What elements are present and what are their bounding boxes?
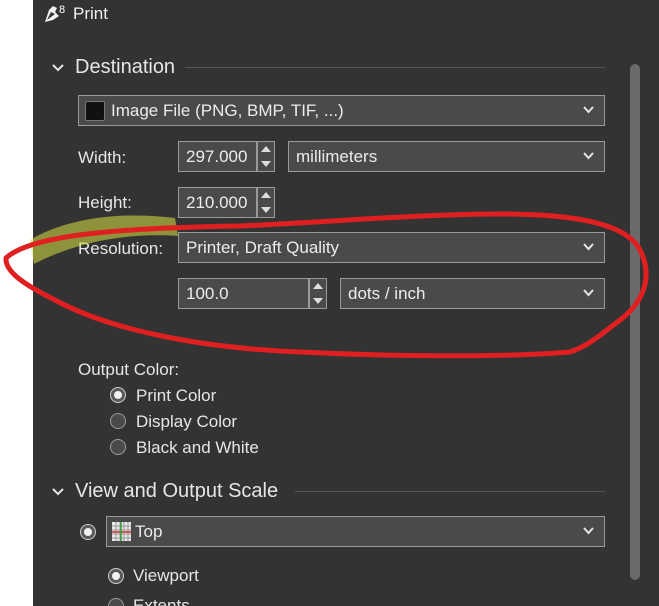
resolution-preset-dropdown[interactable]: Printer, Draft Quality — [178, 232, 605, 263]
width-input[interactable]: 297.000 — [178, 141, 257, 172]
grid-view-icon — [112, 522, 131, 541]
device-dropdown[interactable]: Image File (PNG, BMP, TIF, ...) — [78, 95, 605, 126]
svg-text:8: 8 — [59, 4, 65, 16]
spin-down-icon[interactable] — [310, 294, 326, 308]
chevron-down-icon — [583, 527, 594, 535]
units-dropdown-value: millimeters — [296, 147, 378, 166]
spin-down-icon[interactable] — [258, 203, 274, 217]
view-scale-section-header[interactable]: View and Output Scale — [51, 480, 278, 503]
device-dropdown-value: Image File (PNG, BMP, TIF, ...) — [111, 101, 344, 120]
black-and-white-radio[interactable] — [110, 439, 126, 455]
spin-up-icon[interactable] — [258, 142, 274, 156]
spin-up-icon[interactable] — [310, 279, 326, 293]
height-spinner[interactable] — [257, 187, 275, 218]
window-title: Print — [73, 4, 108, 23]
height-label: Height: — [78, 193, 132, 212]
chevron-down-icon — [583, 152, 594, 160]
extents-label[interactable]: Extents — [133, 596, 190, 606]
output-color-label: Output Color: — [78, 360, 180, 379]
viewport-radio[interactable] — [108, 568, 124, 584]
view-radio[interactable] — [80, 524, 96, 540]
rhino-8-icon: 8 — [45, 3, 68, 22]
display-color-label[interactable]: Display Color — [136, 412, 237, 432]
chevron-down-icon — [583, 106, 594, 114]
print-color-label[interactable]: Print Color — [136, 386, 216, 406]
units-dropdown[interactable]: millimeters — [288, 141, 605, 172]
viewport-label[interactable]: Viewport — [133, 566, 199, 586]
view-dropdown-value: Top — [135, 522, 163, 541]
black-and-white-label[interactable]: Black and White — [136, 438, 259, 458]
chevron-down-icon — [52, 487, 64, 495]
print-color-radio[interactable] — [110, 387, 126, 403]
width-label: Width: — [78, 148, 127, 167]
destination-section-header[interactable]: Destination — [51, 56, 175, 79]
width-spinner[interactable] — [257, 141, 275, 172]
dpi-input[interactable]: 100.0 — [178, 278, 309, 309]
spin-up-icon[interactable] — [258, 188, 274, 202]
destination-header-label: Destination — [75, 56, 176, 78]
spin-down-icon[interactable] — [258, 157, 274, 171]
dpi-units-dropdown[interactable]: dots / inch — [340, 278, 605, 309]
section-divider — [185, 67, 605, 68]
view-dropdown[interactable]: Top — [106, 516, 605, 547]
chevron-down-icon — [52, 63, 64, 71]
height-input[interactable]: 210.000 — [178, 187, 257, 218]
display-color-radio[interactable] — [110, 413, 126, 429]
resolution-preset-value: Printer, Draft Quality — [186, 238, 340, 257]
view-scale-header-label: View and Output Scale — [75, 480, 279, 502]
chevron-down-icon — [583, 289, 594, 297]
resolution-label: Resolution: — [78, 239, 164, 258]
print-panel: 8 Print Destination Image File (PNG, BMP… — [33, 0, 659, 606]
image-file-icon — [85, 101, 105, 121]
dpi-units-value: dots / inch — [348, 284, 426, 303]
extents-radio[interactable] — [108, 598, 124, 606]
section-divider — [295, 491, 605, 492]
chevron-down-icon — [583, 243, 594, 251]
vertical-scrollbar[interactable] — [630, 64, 640, 580]
dpi-spinner[interactable] — [309, 278, 327, 309]
